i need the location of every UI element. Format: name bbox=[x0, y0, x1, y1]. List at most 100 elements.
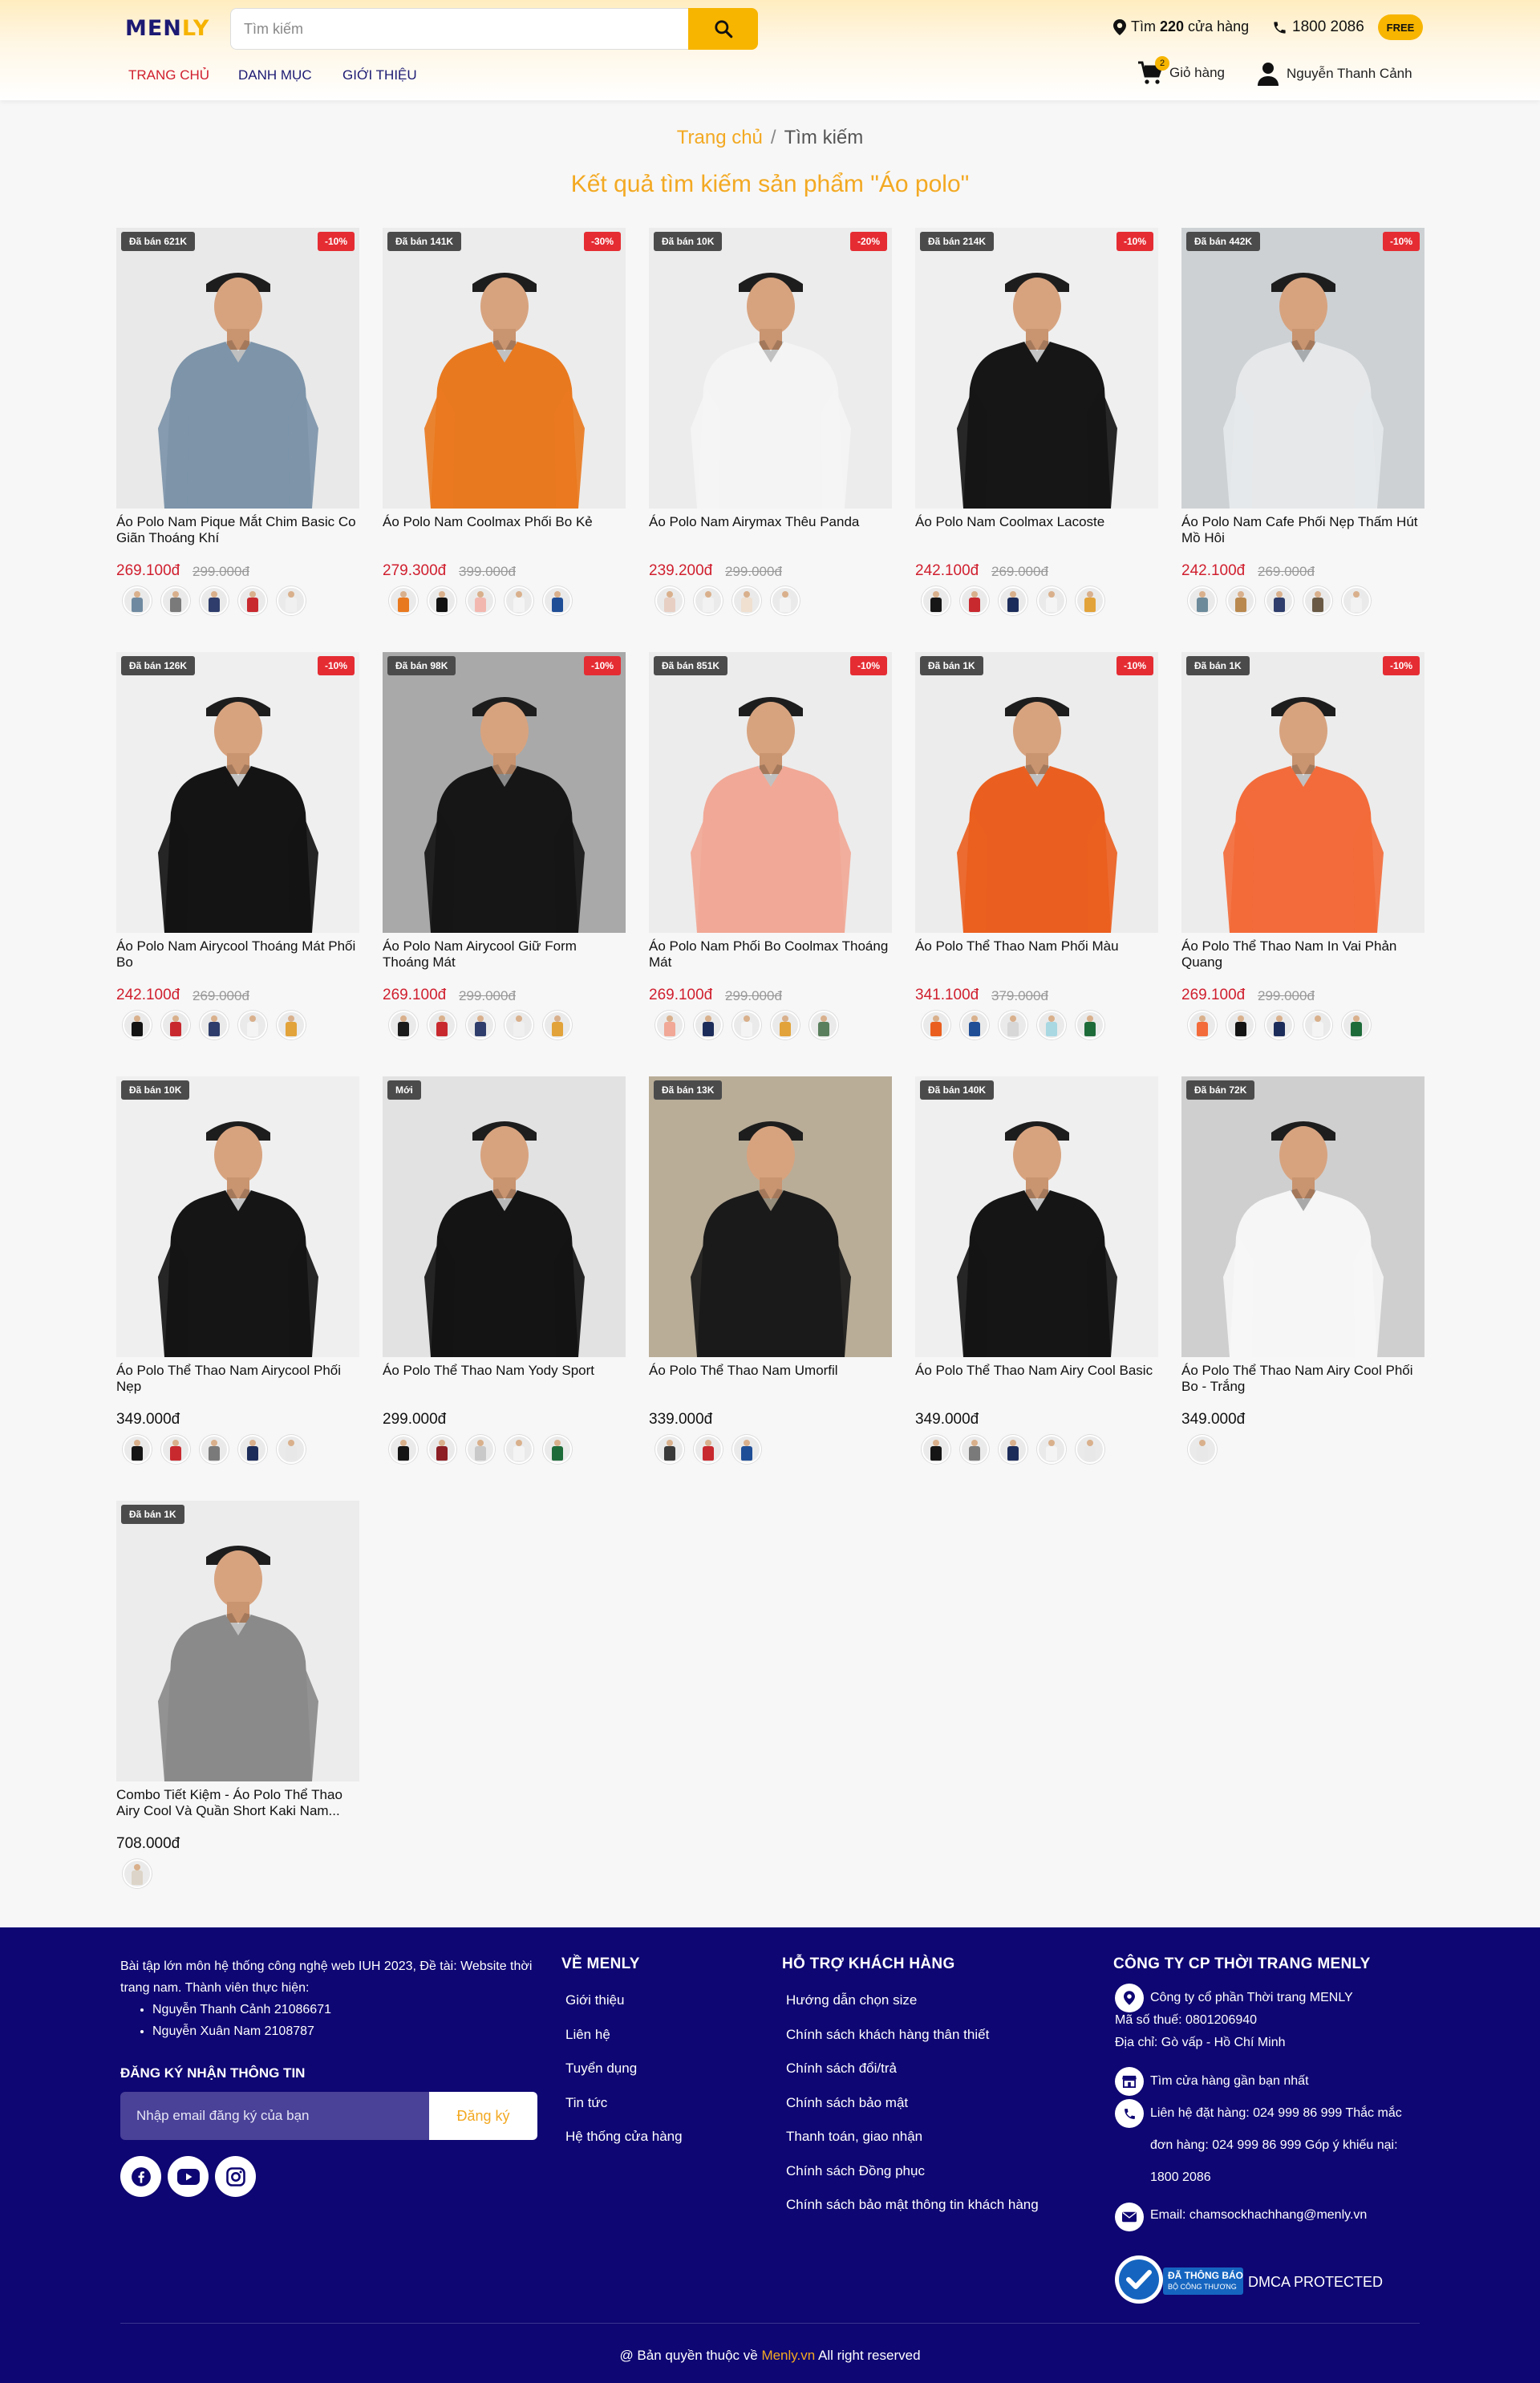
color-swatch[interactable] bbox=[428, 586, 456, 615]
product-image[interactable]: Đã bán 10K bbox=[116, 1076, 359, 1357]
color-swatch[interactable] bbox=[238, 1435, 267, 1464]
product-name[interactable]: Áo Polo Thể Thao Nam Airycool Phối Nẹp bbox=[116, 1363, 359, 1395]
color-swatch[interactable] bbox=[1188, 1435, 1217, 1464]
bct-verified-badge[interactable]: ĐÃ THÔNG BÁO BỘ CÔNG THƯƠNG bbox=[1113, 2255, 1245, 2304]
product-image[interactable]: Đã bán 851K -10% bbox=[649, 652, 892, 933]
color-swatch[interactable] bbox=[960, 1011, 989, 1040]
product-name[interactable]: Áo Polo Nam Airycool Thoáng Mát Phối Bo bbox=[116, 938, 359, 971]
color-swatch[interactable] bbox=[655, 1011, 684, 1040]
color-swatch[interactable] bbox=[123, 586, 152, 615]
subscribe-button[interactable]: Đăng ký bbox=[429, 2092, 537, 2140]
footer-support-link[interactable]: Chính sách khách hàng thân thiết bbox=[786, 2027, 989, 2043]
footer-support-link[interactable]: Chính sách Đồng phục bbox=[786, 2163, 925, 2179]
color-swatch[interactable] bbox=[123, 1859, 152, 1888]
color-swatch[interactable] bbox=[277, 1011, 306, 1040]
footer-about-link[interactable]: Tuyển dụng bbox=[565, 2061, 637, 2077]
email-link[interactable]: Email: chamsockhachhang@menly.vn bbox=[1150, 2203, 1367, 2223]
color-swatch[interactable] bbox=[389, 1011, 418, 1040]
product-image[interactable]: Đã bán 13K bbox=[649, 1076, 892, 1357]
color-swatch[interactable] bbox=[466, 586, 495, 615]
product-image[interactable]: Đã bán 10K -20% bbox=[649, 228, 892, 509]
product-card[interactable]: Đã bán 140K Áo Polo Thể Thao Nam Airy Coo… bbox=[915, 1076, 1158, 1485]
product-card[interactable]: Đã bán 10K -20% Áo Polo Nam Airymax Thêu P… bbox=[649, 228, 892, 637]
product-name[interactable]: Áo Polo Nam Coolmax Phối Bo Kẻ bbox=[383, 514, 626, 546]
color-swatch[interactable] bbox=[200, 1435, 229, 1464]
color-swatch[interactable] bbox=[694, 586, 723, 615]
color-swatch[interactable] bbox=[543, 1435, 572, 1464]
product-card[interactable]: Đã bán 72K Áo Polo Thể Thao Nam Airy Cool… bbox=[1181, 1076, 1424, 1485]
user-account-button[interactable]: Nguyễn Thanh Cảnh bbox=[1258, 62, 1412, 86]
product-image[interactable]: Đã bán 1K -10% bbox=[1181, 652, 1424, 933]
color-swatch[interactable] bbox=[277, 586, 306, 615]
color-swatch[interactable] bbox=[389, 1435, 418, 1464]
color-swatch[interactable] bbox=[999, 1435, 1027, 1464]
color-swatch[interactable] bbox=[1188, 1011, 1217, 1040]
logo[interactable]: MENLY bbox=[125, 16, 209, 41]
footer-support-link[interactable]: Chính sách bảo mật bbox=[786, 2095, 908, 2111]
color-swatch[interactable] bbox=[543, 586, 572, 615]
product-card[interactable]: Đã bán 141K -30% Áo Polo Nam Coolmax Phối … bbox=[383, 228, 626, 637]
color-swatch[interactable] bbox=[389, 586, 418, 615]
product-card[interactable]: Đã bán 1K -10% Áo Polo Thể Thao Nam In Vai… bbox=[1181, 652, 1424, 1061]
product-name[interactable]: Áo Polo Thể Thao Nam Yody Sport bbox=[383, 1363, 626, 1395]
color-swatch[interactable] bbox=[694, 1435, 723, 1464]
nav-about[interactable]: GIỚI THIỆU bbox=[342, 67, 417, 83]
product-name[interactable]: Áo Polo Thể Thao Nam Phối Màu bbox=[915, 938, 1158, 971]
instagram-link[interactable] bbox=[215, 2156, 256, 2197]
color-swatch[interactable] bbox=[1265, 1011, 1294, 1040]
color-swatch[interactable] bbox=[922, 1435, 950, 1464]
facebook-link[interactable] bbox=[120, 2156, 161, 2197]
color-swatch[interactable] bbox=[466, 1435, 495, 1464]
color-swatch[interactable] bbox=[161, 1435, 190, 1464]
product-name[interactable]: Áo Polo Nam Airymax Thêu Panda bbox=[649, 514, 892, 546]
footer-support-link[interactable]: Chính sách bảo mật thông tin khách hàng bbox=[786, 2197, 1039, 2213]
color-swatch[interactable] bbox=[1226, 1011, 1255, 1040]
product-card[interactable]: Đã bán 214K -10% Áo Polo Nam Coolmax Lacos… bbox=[915, 228, 1158, 637]
brand-link[interactable]: Menly.vn bbox=[761, 2348, 815, 2363]
product-card[interactable]: Đã bán 98K -10% Áo Polo Nam Airycool Giữ F… bbox=[383, 652, 626, 1061]
color-swatch[interactable] bbox=[123, 1011, 152, 1040]
color-swatch[interactable] bbox=[1342, 1011, 1371, 1040]
product-name[interactable]: Áo Polo Nam Coolmax Lacoste bbox=[915, 514, 1158, 546]
product-image[interactable]: Đã bán 72K bbox=[1181, 1076, 1424, 1357]
product-name[interactable]: Áo Polo Thể Thao Nam Airy Cool Basic bbox=[915, 1363, 1158, 1395]
color-swatch[interactable] bbox=[123, 1435, 152, 1464]
color-swatch[interactable] bbox=[922, 1011, 950, 1040]
color-swatch[interactable] bbox=[505, 1435, 533, 1464]
breadcrumb-home[interactable]: Trang chủ bbox=[677, 127, 763, 148]
color-swatch[interactable] bbox=[1076, 586, 1104, 615]
color-swatch[interactable] bbox=[1037, 1011, 1066, 1040]
color-swatch[interactable] bbox=[771, 586, 800, 615]
footer-about-link[interactable]: Tin tức bbox=[565, 2095, 607, 2111]
product-card[interactable]: Đã bán 10K Áo Polo Thể Thao Nam Airycool … bbox=[116, 1076, 359, 1485]
product-card[interactable]: Đã bán 851K -10% Áo Polo Nam Phối Bo Coolm… bbox=[649, 652, 892, 1061]
color-swatch[interactable] bbox=[277, 1435, 306, 1464]
color-swatch[interactable] bbox=[809, 1011, 838, 1040]
color-swatch[interactable] bbox=[960, 586, 989, 615]
color-swatch[interactable] bbox=[960, 1435, 989, 1464]
color-swatch[interactable] bbox=[694, 1011, 723, 1040]
product-image[interactable]: Đã bán 126K -10% bbox=[116, 652, 359, 933]
color-swatch[interactable] bbox=[505, 586, 533, 615]
product-name[interactable]: Áo Polo Nam Pique Mắt Chim Basic Co Giãn… bbox=[116, 514, 359, 546]
product-name[interactable]: Áo Polo Nam Cafe Phối Nẹp Thấm Hút Mồ Hô… bbox=[1181, 514, 1424, 546]
color-swatch[interactable] bbox=[543, 1011, 572, 1040]
footer-about-link[interactable]: Giới thiệu bbox=[565, 1992, 625, 2008]
color-swatch[interactable] bbox=[1037, 1435, 1066, 1464]
color-swatch[interactable] bbox=[466, 1011, 495, 1040]
store-locator-link[interactable]: Tìm 220 cửa hàng bbox=[1113, 18, 1249, 35]
product-name[interactable]: Combo Tiết Kiệm - Áo Polo Thể Thao Airy … bbox=[116, 1787, 359, 1819]
product-image[interactable]: Đã bán 214K -10% bbox=[915, 228, 1158, 509]
store-finder-link[interactable]: Tìm cửa hàng gần bạn nhất bbox=[1150, 2067, 1309, 2093]
color-swatch[interactable] bbox=[655, 1435, 684, 1464]
color-swatch[interactable] bbox=[161, 1011, 190, 1040]
footer-support-link[interactable]: Chính sách đổi/trả bbox=[786, 2061, 897, 2077]
product-image[interactable]: Mới bbox=[383, 1076, 626, 1357]
product-card[interactable]: Đã bán 126K -10% Áo Polo Nam Airycool Thoá… bbox=[116, 652, 359, 1061]
color-swatch[interactable] bbox=[238, 1011, 267, 1040]
product-card[interactable]: Đã bán 442K -10% Áo Polo Nam Cafe Phối Nẹp… bbox=[1181, 228, 1424, 637]
product-card[interactable]: Đã bán 1K Combo Tiết Kiệm - Áo Polo Thể T… bbox=[116, 1501, 359, 1910]
product-card[interactable]: Mới Áo Polo Thể Thao Nam Yody Sport 299.00… bbox=[383, 1076, 626, 1485]
color-swatch[interactable] bbox=[1226, 586, 1255, 615]
cart-button[interactable]: 2 Giỏ hàng bbox=[1137, 56, 1225, 85]
